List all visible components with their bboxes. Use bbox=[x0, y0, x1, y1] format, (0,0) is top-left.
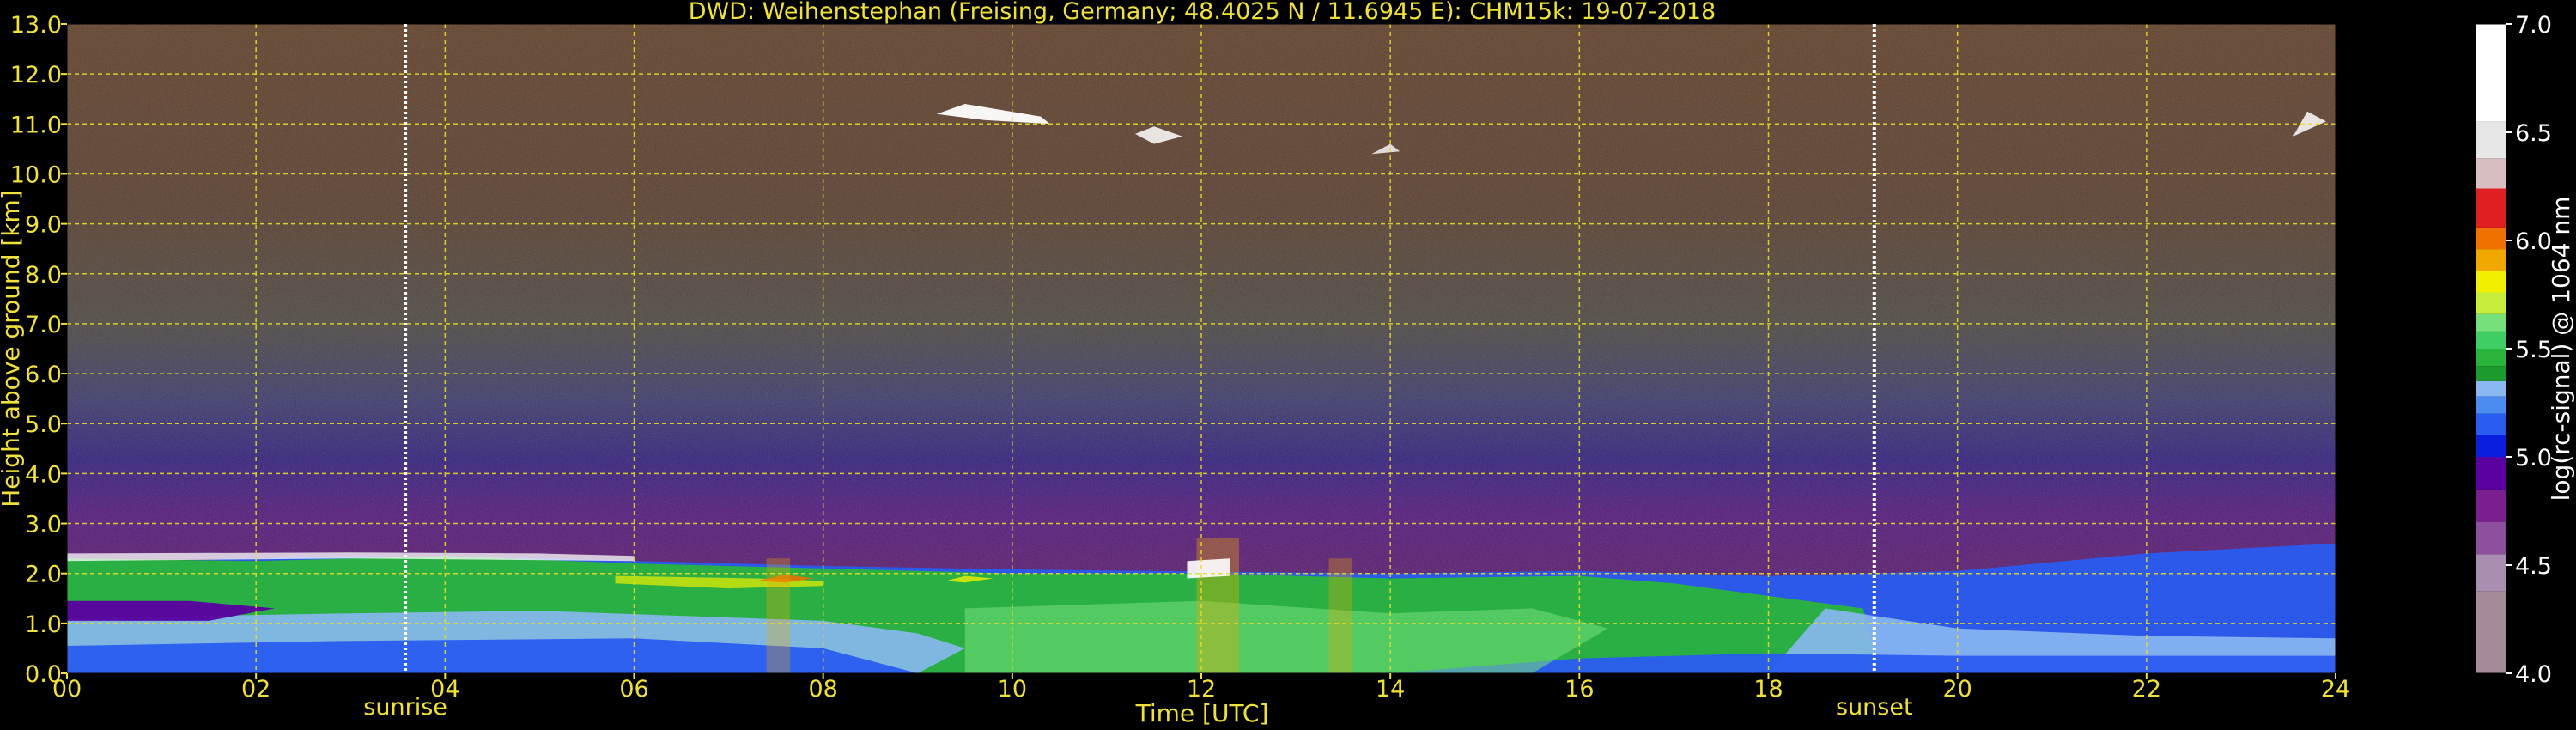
x-tick-label: 02 bbox=[241, 676, 270, 703]
colorbar-tick-label: 4.5 bbox=[2515, 553, 2552, 580]
x-tick-label: 08 bbox=[808, 676, 837, 703]
colorbar-band bbox=[2476, 331, 2506, 349]
convective-core-green bbox=[964, 600, 1608, 673]
colorbar-band bbox=[2476, 457, 2506, 490]
y-tick-label: 1.0 bbox=[25, 611, 62, 638]
colorbar-band bbox=[2476, 292, 2506, 314]
y-tick-label: 2.0 bbox=[25, 562, 62, 588]
x-tick-label: 20 bbox=[1942, 676, 1971, 703]
colorbar-band bbox=[2476, 591, 2506, 673]
colorbar-ticks: 4.04.55.05.56.06.57.0 bbox=[2506, 12, 2552, 688]
colorbar-band bbox=[2476, 121, 2506, 159]
x-tick-label: 04 bbox=[430, 676, 459, 703]
colorbar-band bbox=[2476, 249, 2506, 271]
cloud-at-12utc bbox=[1187, 558, 1230, 579]
x-tick-label: 10 bbox=[998, 676, 1027, 703]
y-tick-label: 4.0 bbox=[25, 461, 62, 488]
colorbar-band bbox=[2476, 227, 2506, 250]
colorbar-band bbox=[2476, 366, 2506, 381]
colorbar-band bbox=[2476, 521, 2506, 555]
colorbar-bands bbox=[2476, 24, 2506, 673]
ceilometer-plot: sunrise sunset 00 02 04 06 08 10 12 14 16 18 20 22 24… bbox=[0, 0, 2575, 727]
x-tick-label: 14 bbox=[1376, 676, 1405, 703]
y-tick-label: 3.0 bbox=[25, 512, 62, 538]
y-tick-label: 5.0 bbox=[25, 411, 62, 438]
y-tick-label: 13.0 bbox=[10, 12, 62, 39]
x-tick-label: 18 bbox=[1753, 676, 1783, 703]
chart-title: DWD: Weihenstephan (Freising, Germany; 4… bbox=[689, 0, 1716, 25]
y-tick-label: 7.0 bbox=[25, 312, 62, 338]
y-axis-label: Height above ground [km] bbox=[0, 190, 25, 508]
colorbar-tick-label: 4.0 bbox=[2515, 661, 2552, 688]
y-tick-label: 8.0 bbox=[25, 262, 62, 289]
precip-column bbox=[1196, 538, 1239, 673]
y-tick-label: 9.0 bbox=[25, 212, 62, 239]
colorbar-band bbox=[2476, 24, 2506, 122]
colorbar-band bbox=[2476, 435, 2506, 457]
colorbar: 4.04.55.05.56.06.57.0 log(rc-signal) @ 1… bbox=[2475, 12, 2575, 688]
x-tick-label: 24 bbox=[2321, 676, 2350, 703]
y-tick-label: 6.0 bbox=[25, 362, 62, 388]
y-tick-label: 10.0 bbox=[10, 161, 62, 188]
x-tick-label: 06 bbox=[619, 676, 648, 703]
y-tick-label: 12.0 bbox=[10, 62, 62, 88]
colorbar-band bbox=[2476, 271, 2506, 293]
colorbar-band bbox=[2476, 313, 2506, 332]
colorbar-tick-label: 7.0 bbox=[2515, 12, 2552, 39]
colorbar-band bbox=[2476, 349, 2506, 367]
x-tick-label: 16 bbox=[1564, 676, 1594, 703]
colorbar-band bbox=[2476, 396, 2506, 414]
colorbar-band bbox=[2476, 158, 2506, 189]
colorbar-band bbox=[2476, 188, 2506, 228]
x-axis-label: Time [UTC] bbox=[1135, 699, 1269, 727]
precip-column bbox=[1328, 558, 1353, 673]
colorbar-band bbox=[2476, 489, 2506, 522]
colorbar-band bbox=[2476, 554, 2506, 592]
colorbar-band bbox=[2476, 380, 2506, 397]
colorbar-label: log(rc-signal) @ 1064 nm bbox=[2547, 197, 2575, 502]
colorbar-band bbox=[2476, 413, 2506, 435]
precip-column bbox=[766, 558, 791, 673]
y-tick-label: 0.0 bbox=[25, 661, 62, 688]
x-tick-label: 22 bbox=[2132, 676, 2161, 703]
sun-marker-label: sunset bbox=[1836, 694, 1913, 721]
y-tick-label: 11.0 bbox=[10, 112, 62, 138]
colorbar-tick-label: 6.5 bbox=[2515, 120, 2552, 147]
